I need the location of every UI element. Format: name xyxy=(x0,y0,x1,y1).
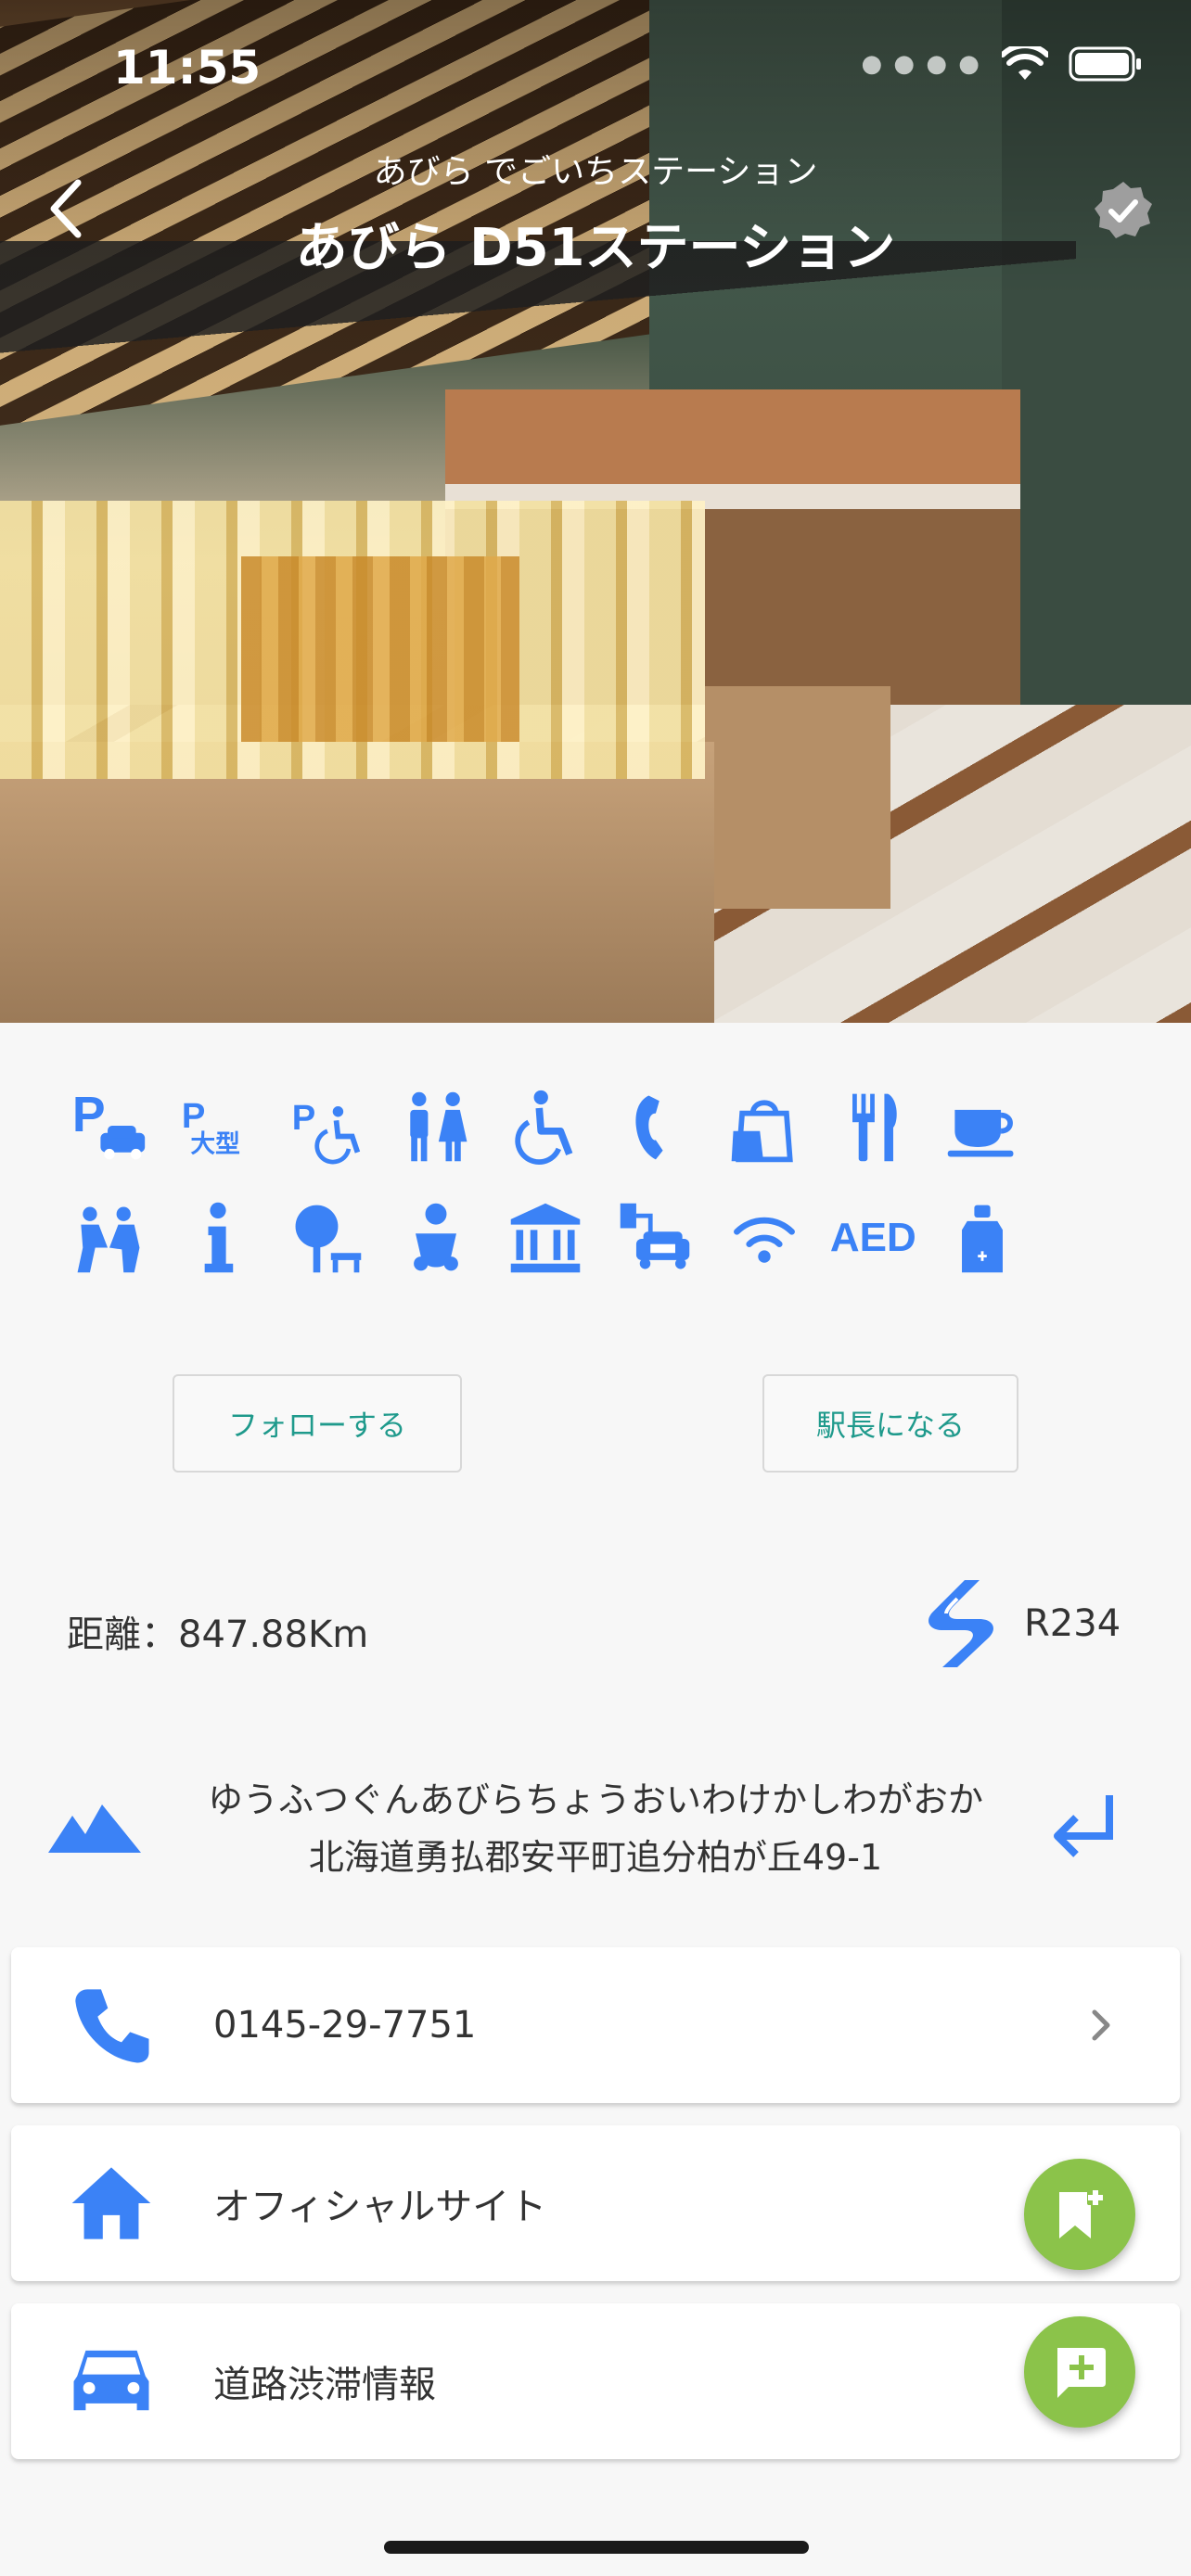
svg-text:P: P xyxy=(72,1088,106,1142)
address-kana: ゆうふつぐんあびらちょうおいわけかしわがおか xyxy=(207,1779,983,1820)
station-subtitle: あびら でごいちステーション xyxy=(373,153,818,191)
wifi-status-icon xyxy=(1002,46,1048,80)
aed-icon: AED xyxy=(829,1215,916,1260)
add-bookmark-button[interactable] xyxy=(1024,2159,1135,2270)
cafe-icon xyxy=(928,1080,1037,1173)
home-icon xyxy=(65,2157,158,2250)
official-site-label: オフィシャルサイト xyxy=(213,2186,547,2228)
become-station-master-button[interactable]: 駅長になる xyxy=(762,1374,1018,1473)
wheelchair-icon xyxy=(491,1080,600,1173)
accessible-parking-icon: P xyxy=(273,1080,382,1173)
restroom-icon xyxy=(381,1080,491,1173)
verified-badge-icon[interactable] xyxy=(1093,180,1154,241)
battery-icon xyxy=(1069,46,1141,82)
baby-care-icon xyxy=(381,1192,491,1284)
park-icon xyxy=(273,1192,382,1284)
home-indicator[interactable] xyxy=(384,2541,809,2554)
official-site-card[interactable]: オフィシャルサイト xyxy=(11,2125,1180,2281)
route-label: R234 xyxy=(1024,1602,1121,1645)
information-icon xyxy=(163,1192,273,1284)
status-icons: ● ● ● ● xyxy=(861,46,1143,82)
route-icon xyxy=(928,1580,993,1667)
follow-button[interactable]: フォローする xyxy=(173,1374,462,1473)
museum-icon xyxy=(491,1192,600,1284)
distance-text: 距離：847.88Km xyxy=(67,1613,369,1656)
comment-add-icon xyxy=(1057,2348,1106,2398)
svg-text:大型: 大型 xyxy=(190,1130,240,1159)
restaurant-icon xyxy=(818,1080,928,1173)
status-time: 11:55 xyxy=(113,41,262,95)
traffic-info-card[interactable]: 道路渋滞情報 xyxy=(11,2303,1180,2459)
rest-area-icon xyxy=(54,1192,163,1284)
phone-icon xyxy=(65,1979,158,2072)
phone-card[interactable]: 0145-29-7751 xyxy=(11,1947,1180,2103)
car-icon xyxy=(65,2335,158,2428)
phone-number: 0145-29-7751 xyxy=(213,2004,477,2047)
wifi-icon xyxy=(710,1192,819,1284)
svg-text:P: P xyxy=(292,1098,316,1138)
add-comment-button[interactable] xyxy=(1024,2316,1135,2428)
page-title: あびら D51ステーション xyxy=(295,218,896,278)
bookmark-add-icon xyxy=(1059,2188,1104,2238)
navigate-return-icon[interactable] xyxy=(1048,1790,1122,1864)
shopping-icon xyxy=(710,1080,819,1173)
ev-charger-icon xyxy=(600,1192,710,1284)
traffic-info-label: 道路渋滞情報 xyxy=(213,2364,436,2406)
amenities-grid: P P 大型 P AED xyxy=(54,1080,1037,1303)
address-text: 北海道勇払郡安平町追分柏が丘49-1 xyxy=(308,1837,883,1878)
phone-icon xyxy=(600,1080,710,1173)
first-aid-icon xyxy=(928,1192,1037,1284)
signal-icon: ● ● ● ● xyxy=(861,50,981,78)
chevron-right-icon xyxy=(1092,2009,1110,2041)
parking-icon: P xyxy=(54,1080,163,1173)
large-vehicle-parking-icon: P 大型 xyxy=(163,1080,273,1173)
